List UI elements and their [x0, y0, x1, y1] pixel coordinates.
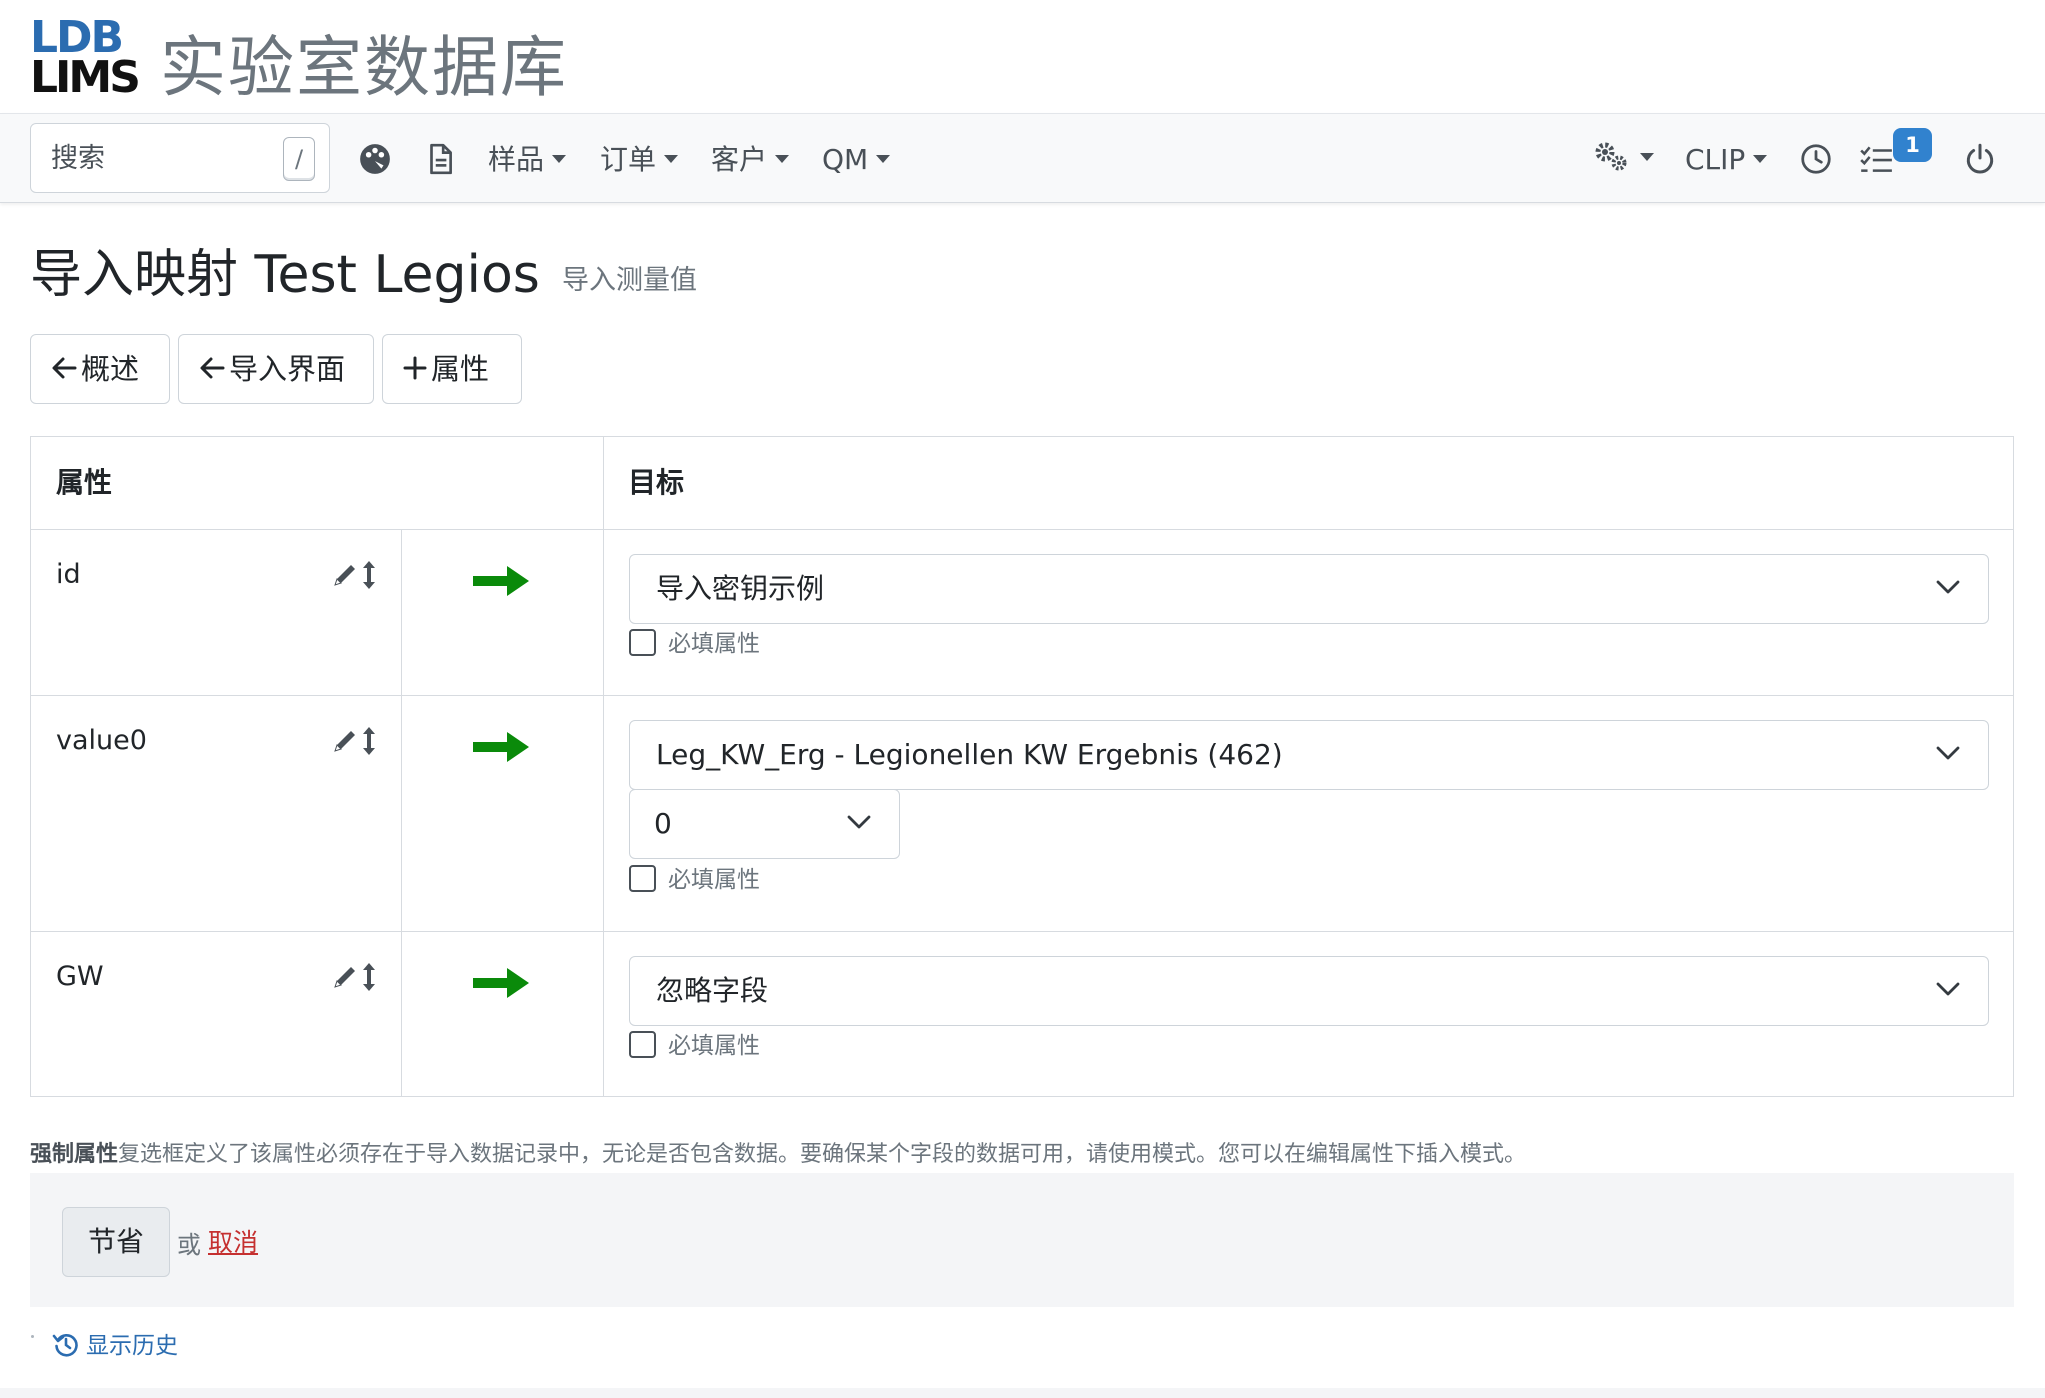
chevron-down-icon — [1936, 580, 1960, 594]
show-history-label: 显示历史 — [86, 1333, 178, 1359]
drag-handle-icon[interactable] — [363, 561, 375, 589]
required-checkbox[interactable] — [629, 865, 656, 892]
index-select[interactable]: 0 — [629, 789, 900, 859]
table-divider — [31, 931, 2013, 932]
tasks-icon[interactable] — [1858, 142, 1894, 176]
required-checkbox-row[interactable]: 必填属性 — [629, 629, 760, 659]
arrow-left-icon — [200, 357, 225, 379]
required-checkbox-label: 必填属性 — [668, 631, 760, 657]
target-select-value: 忽略字段 — [656, 974, 769, 1007]
menu-clip[interactable]: CLIP — [1685, 140, 1768, 180]
required-help-text: 强制属性复选框定义了该属性必须存在于导入数据记录中，无论是否包含数据。要确保某个… — [30, 1136, 1526, 1168]
add-property-button-label: 属性 — [431, 352, 490, 386]
property-name: value0 — [56, 725, 147, 756]
menu-clip-label: CLIP — [1685, 143, 1746, 176]
menu-qm[interactable]: QM — [822, 140, 891, 180]
import-interface-button-label: 导入界面 — [229, 352, 346, 386]
row-tools — [334, 561, 375, 589]
caret-down-icon — [775, 155, 790, 163]
table-divider — [31, 529, 2013, 530]
page-title: 导入映射 Test Legios — [30, 245, 540, 305]
cancel-link[interactable]: 取消 — [208, 1223, 258, 1259]
show-history-link[interactable]: 显示历史 — [52, 1326, 178, 1361]
menu-samples[interactable]: 样品 — [488, 140, 567, 180]
overview-button[interactable]: 概述 — [30, 334, 170, 404]
menu-orders[interactable]: 订单 — [600, 140, 679, 180]
row-tools — [334, 963, 375, 991]
menu-customers-label: 客户 — [711, 143, 768, 176]
overview-button-label: 概述 — [81, 352, 140, 386]
target-select[interactable]: 导入密钥示例 — [629, 554, 1989, 624]
form-actions: 节省 或 取消 — [30, 1173, 2014, 1307]
table-divider — [603, 437, 604, 1096]
search-shortcut-hint: / — [283, 137, 315, 181]
pencil-icon[interactable] — [334, 565, 355, 586]
gears-icon — [1595, 142, 1627, 171]
pencil-icon[interactable] — [334, 967, 355, 988]
required-checkbox-label: 必填属性 — [668, 867, 760, 893]
mapping-arrow-icon — [473, 968, 529, 998]
save-button[interactable]: 节省 — [62, 1207, 170, 1277]
index-select-value: 0 — [654, 807, 672, 840]
menu-qm-label: QM — [822, 143, 869, 176]
tasks-count-badge: 1 — [1893, 128, 1932, 162]
required-checkbox[interactable] — [629, 629, 656, 656]
mapping-table: 属性 目标 id 导入密钥示例 必填属性 value0 Leg_KW_Erg -… — [30, 436, 2014, 1097]
search-box[interactable]: / — [30, 123, 330, 193]
row-tools — [334, 727, 375, 755]
ldb-lims-logo[interactable]: LDB LIMS — [30, 16, 141, 100]
target-select[interactable]: 忽略字段 — [629, 956, 1989, 1026]
column-header-property: 属性 — [56, 466, 113, 499]
property-name: id — [56, 559, 81, 590]
add-property-button[interactable]: 属性 — [382, 334, 522, 404]
drag-handle-icon[interactable] — [363, 727, 375, 755]
table-divider — [31, 695, 2013, 696]
required-checkbox-label: 必填属性 — [668, 1033, 760, 1059]
required-checkbox[interactable] — [629, 1031, 656, 1058]
pencil-icon[interactable] — [334, 731, 355, 752]
history-icon — [52, 1333, 78, 1357]
table-divider — [401, 529, 402, 1096]
mapping-arrow-icon — [473, 566, 529, 596]
main-navbar: / 样品 订单 客户 QM CLIP — [0, 113, 2045, 203]
menu-customers[interactable]: 客户 — [711, 140, 790, 180]
target-select-value: Leg_KW_Erg - Legionellen KW Ergebnis (46… — [656, 738, 1283, 771]
caret-down-icon — [1753, 155, 1768, 163]
import-interface-button[interactable]: 导入界面 — [178, 334, 374, 404]
chevron-down-icon — [1936, 746, 1960, 760]
target-select-value: 导入密钥示例 — [656, 572, 825, 605]
help-text-body: 复选框定义了该属性必须存在于导入数据记录中，无论是否包含数据。要确保某个字段的数… — [118, 1142, 1527, 1167]
caret-down-icon — [552, 155, 567, 163]
chevron-down-icon — [847, 815, 871, 829]
document-icon[interactable] — [423, 142, 457, 176]
drag-handle-icon[interactable] — [363, 963, 375, 991]
palette-icon[interactable] — [358, 142, 392, 176]
caret-down-icon — [664, 155, 679, 163]
app-title: 实验室数据库 — [160, 29, 568, 106]
mapping-arrow-icon — [473, 732, 529, 762]
caret-down-icon — [1640, 153, 1654, 161]
plus-icon — [403, 356, 427, 380]
power-icon[interactable] — [1963, 142, 1997, 176]
logo-line-lims: LIMS — [30, 52, 141, 103]
required-checkbox-row[interactable]: 必填属性 — [629, 865, 760, 895]
required-checkbox-row[interactable]: 必填属性 — [629, 1031, 760, 1061]
menu-samples-label: 样品 — [488, 143, 545, 176]
clock-icon[interactable] — [1799, 142, 1833, 176]
column-header-target: 目标 — [628, 466, 685, 499]
brand-header: LDB LIMS 实验室数据库 — [0, 0, 2045, 113]
chevron-down-icon — [1936, 982, 1960, 996]
arrow-left-icon — [52, 357, 77, 379]
target-select[interactable]: Leg_KW_Erg - Legionellen KW Ergebnis (46… — [629, 720, 1989, 790]
page-subtitle: 导入测量值 — [562, 265, 697, 296]
caret-down-icon — [876, 155, 891, 163]
menu-orders-label: 订单 — [600, 143, 657, 176]
or-text: 或 — [177, 1231, 201, 1259]
search-input[interactable] — [51, 138, 271, 178]
separator-dot — [31, 1335, 34, 1338]
menu-settings[interactable] — [1592, 138, 1654, 178]
property-name: GW — [56, 961, 104, 992]
bottom-band — [0, 1388, 2045, 1398]
help-text-bold: 强制属性 — [30, 1142, 119, 1167]
